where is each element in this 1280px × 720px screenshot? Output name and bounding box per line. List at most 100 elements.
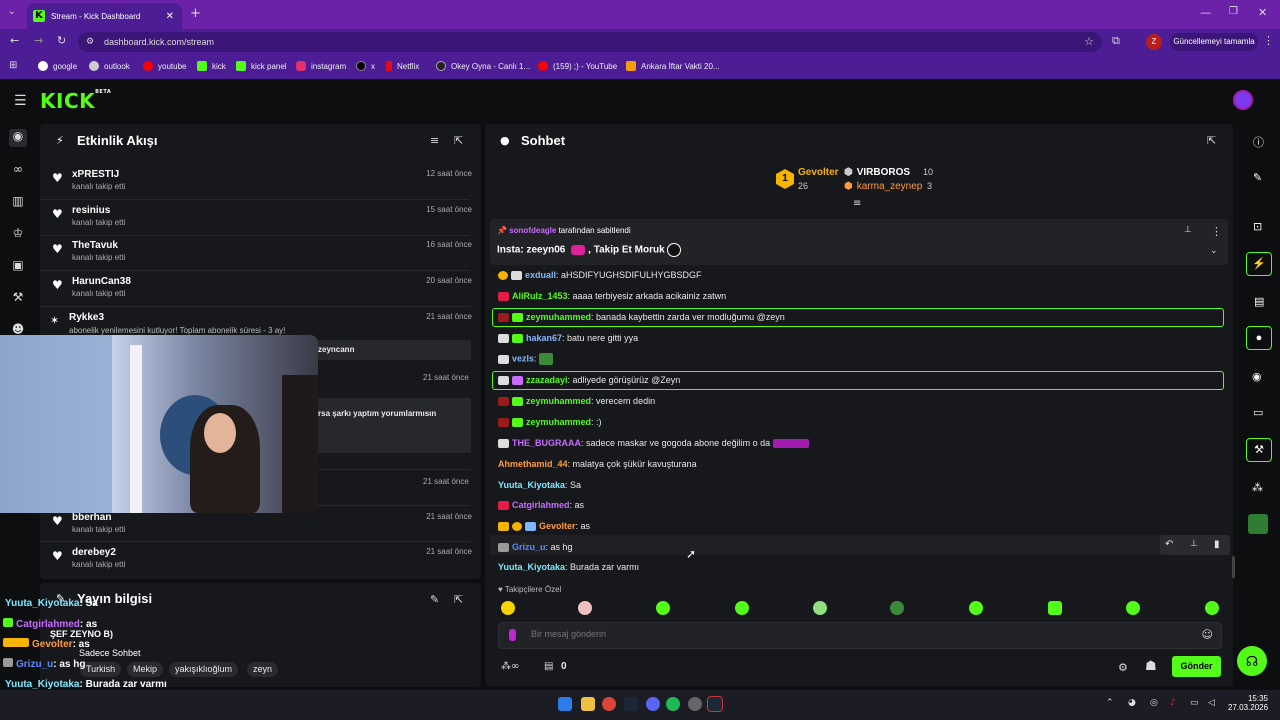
bookmark-kick-panel[interactable]: kick panel bbox=[236, 61, 287, 71]
steam-icon[interactable] bbox=[624, 697, 638, 711]
emote[interactable] bbox=[501, 601, 515, 615]
trophy-icon[interactable]: ♔ bbox=[10, 226, 26, 242]
bookmark-youtube[interactable]: youtube bbox=[143, 61, 186, 71]
community-icon[interactable]: ⁂ bbox=[1252, 481, 1263, 494]
bookmark-google[interactable]: google bbox=[38, 61, 77, 71]
mic-icon[interactable] bbox=[509, 629, 516, 641]
more-options-icon[interactable]: ⋮ bbox=[1211, 225, 1222, 238]
activity-toggle-icon[interactable]: ⚡ bbox=[1246, 252, 1272, 276]
spotify-icon[interactable] bbox=[666, 697, 680, 711]
volume-icon[interactable]: ◁ bbox=[1208, 698, 1215, 708]
popout-icon[interactable]: ⇱ bbox=[454, 593, 463, 606]
tray-chevron-icon[interactable]: ⌃ bbox=[1106, 698, 1114, 708]
filter-icon[interactable]: ≡ bbox=[430, 134, 439, 147]
users-icon[interactable]: ☗ bbox=[1145, 659, 1157, 674]
emote[interactable] bbox=[969, 601, 983, 615]
emote[interactable] bbox=[1126, 601, 1140, 615]
close-tab-icon[interactable]: ✕ bbox=[166, 11, 174, 22]
reload-icon[interactable]: ↻ bbox=[57, 34, 66, 47]
tools-toggle-icon[interactable]: ⚒ bbox=[1246, 438, 1272, 462]
emote[interactable] bbox=[813, 601, 827, 615]
bookmark-netflix[interactable]: Netflix bbox=[386, 61, 419, 71]
user-avatar[interactable] bbox=[1233, 90, 1253, 110]
message-input[interactable] bbox=[531, 629, 1131, 639]
bookmark-okey[interactable]: Okey Oyna - Canlı 1... bbox=[436, 61, 530, 71]
popout-icon[interactable]: ⇱ bbox=[454, 134, 463, 147]
analytics-icon[interactable]: ▥ bbox=[10, 194, 26, 210]
settings-icon[interactable]: ⚙ bbox=[1118, 661, 1128, 674]
link-icon[interactable]: ∞ bbox=[10, 162, 26, 178]
broadcast-icon[interactable]: ◉ bbox=[1252, 370, 1262, 383]
bookmark-outlook[interactable]: outlook bbox=[89, 61, 130, 71]
emote[interactable] bbox=[578, 601, 592, 615]
capture-icon[interactable]: ⊡ bbox=[1253, 220, 1262, 233]
apps-grid-icon[interactable]: ⊞ bbox=[9, 60, 17, 71]
help-button[interactable]: ☊ bbox=[1237, 646, 1267, 676]
start-icon[interactable] bbox=[558, 697, 572, 711]
bookmark-iftar[interactable]: Ankara İftar Vakti 20... bbox=[626, 61, 720, 71]
emote[interactable] bbox=[890, 601, 904, 615]
network-icon[interactable]: ▭ bbox=[1190, 698, 1199, 708]
file-explorer-icon[interactable] bbox=[581, 697, 595, 711]
emote[interactable] bbox=[735, 601, 749, 615]
tab-search-icon[interactable]: ⌄ bbox=[8, 7, 16, 17]
update-button[interactable]: Güncellemeyi tamamla bbox=[1170, 33, 1258, 51]
points-icon[interactable]: ⁂∞ bbox=[501, 661, 519, 672]
steam-icon[interactable] bbox=[707, 696, 723, 712]
steam-tray-icon[interactable]: ◎ bbox=[1150, 698, 1158, 708]
hamburger-menu-icon[interactable]: ☰ bbox=[14, 93, 27, 109]
pencil-icon[interactable]: ✎ bbox=[1253, 171, 1262, 184]
activity-time: 21 saat önce bbox=[423, 477, 469, 486]
treasure-icon[interactable]: ▤ bbox=[544, 661, 553, 672]
wrench-icon[interactable]: ⚒ bbox=[10, 290, 26, 306]
delete-icon[interactable]: ▮ bbox=[1214, 539, 1220, 550]
kick-logo[interactable]: KICKBETA bbox=[40, 89, 111, 113]
chat-scrollbar[interactable] bbox=[1232, 556, 1235, 578]
collapse-icon[interactable]: ≡ bbox=[853, 198, 861, 209]
emote[interactable] bbox=[1205, 601, 1219, 615]
chevron-down-icon[interactable]: ⌄ bbox=[1210, 246, 1218, 256]
chat-toggle-icon[interactable]: ● bbox=[1246, 326, 1272, 350]
edit-icon[interactable]: ✎ bbox=[430, 593, 439, 606]
printer-icon[interactable]: ▭ bbox=[1253, 406, 1263, 419]
media-icon[interactable]: ▣ bbox=[10, 258, 26, 274]
reply-icon[interactable]: ↶ bbox=[1165, 539, 1173, 550]
minimize-icon[interactable]: — bbox=[1200, 6, 1211, 19]
chat-input[interactable]: ☺ bbox=[498, 622, 1222, 649]
restore-icon[interactable]: ❐ bbox=[1229, 6, 1238, 17]
mic-tray-icon[interactable]: ♪ bbox=[1170, 698, 1176, 708]
bookmark-youtube-2[interactable]: (159) ;) - YouTube bbox=[538, 61, 617, 71]
profile-avatar[interactable]: Z bbox=[1146, 34, 1162, 50]
leaderboard-third-count: 3 bbox=[927, 181, 933, 191]
send-button[interactable]: Gönder bbox=[1172, 656, 1221, 677]
site-info-icon[interactable]: ⚙ bbox=[86, 32, 94, 52]
emote[interactable] bbox=[656, 601, 670, 615]
stream-icon[interactable]: ◉ bbox=[9, 129, 27, 147]
app-icon[interactable] bbox=[688, 697, 702, 711]
chrome-icon[interactable] bbox=[602, 697, 616, 711]
bookmark-x[interactable]: x bbox=[356, 61, 375, 71]
browser-tab[interactable]: K Stream - Kick Dashboard ✕ bbox=[27, 3, 182, 29]
clock[interactable]: 15:35 27.03.2026 bbox=[1228, 694, 1268, 712]
new-tab-icon[interactable]: + bbox=[190, 6, 201, 21]
emote[interactable] bbox=[1048, 601, 1062, 615]
info-icon[interactable]: ⓘ bbox=[1253, 134, 1264, 150]
discord-tray-icon[interactable]: ◕ bbox=[1128, 698, 1136, 708]
url-field[interactable]: ⚙ dashboard.kick.com/stream ☆ bbox=[78, 32, 1102, 52]
chat-message: Grizu_u: as hg bbox=[498, 542, 573, 553]
window-close-icon[interactable]: ✕ bbox=[1258, 6, 1267, 19]
bookmark-star-icon[interactable]: ☆ bbox=[1084, 32, 1094, 52]
browser-menu-icon[interactable]: ⋮ bbox=[1263, 34, 1274, 47]
emoji-icon[interactable]: ☺ bbox=[1202, 628, 1213, 641]
document-icon[interactable]: ▤ bbox=[1254, 295, 1264, 308]
discord-icon[interactable] bbox=[646, 697, 660, 711]
app-icon[interactable] bbox=[1248, 514, 1268, 534]
bookmark-kick[interactable]: kick bbox=[197, 61, 226, 71]
forward-icon[interactable]: → bbox=[34, 34, 43, 47]
bookmark-instagram[interactable]: instagram bbox=[296, 61, 346, 71]
extensions-icon[interactable]: ⧉ bbox=[1112, 34, 1120, 48]
unpin-icon[interactable]: ⊥ bbox=[1184, 225, 1192, 235]
popout-icon[interactable]: ⇱ bbox=[1207, 134, 1216, 147]
back-icon[interactable]: ← bbox=[10, 34, 19, 47]
pin-message-icon[interactable]: ⊥ bbox=[1190, 539, 1198, 549]
